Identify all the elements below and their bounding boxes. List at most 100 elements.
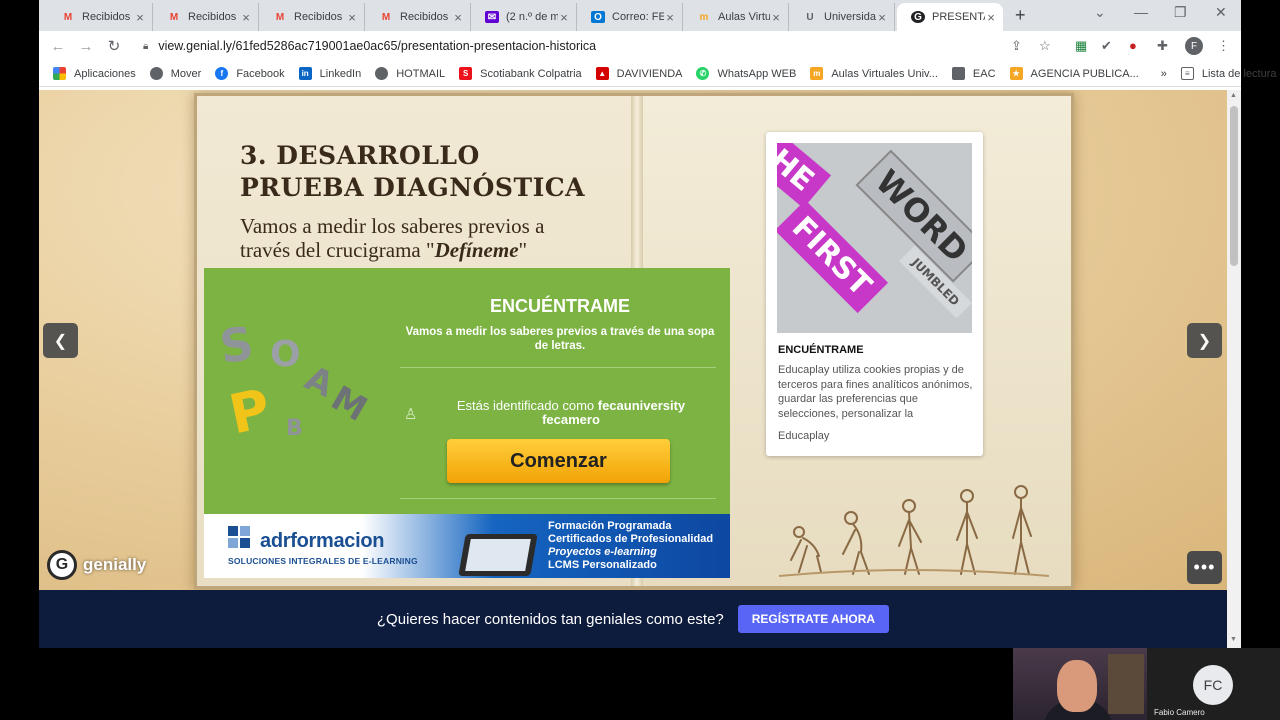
- tile-he: HE: [777, 143, 831, 209]
- close-icon[interactable]: ×: [240, 10, 252, 25]
- close-icon[interactable]: ×: [664, 10, 676, 25]
- tab-gmail-2[interactable]: M Recibidos ×: [153, 3, 259, 31]
- bookmarks-bar: Aplicaciones Mover f Facebook in LinkedIn …: [39, 61, 1276, 87]
- close-window-icon[interactable]: ✕: [1215, 4, 1227, 21]
- subtitle-emphasis: Defíneme: [434, 238, 519, 262]
- username: fecauniversity: [597, 398, 686, 413]
- genially-icon: G: [911, 11, 925, 23]
- ad-banner[interactable]: adrformacion SOLUCIONES INTEGRALES DE E-…: [204, 514, 730, 578]
- sheets-extension-icon[interactable]: ▦: [1075, 38, 1087, 54]
- tab-presentacion[interactable]: G PRESENTA ×: [897, 3, 1003, 31]
- bookmark-scotiabank[interactable]: S Scotiabank Colpatria: [459, 67, 582, 80]
- reload-icon[interactable]: ↻: [100, 37, 128, 55]
- bookmark-star-icon[interactable]: ☆: [1039, 38, 1051, 54]
- tab-title: Aulas Virtu: [718, 11, 770, 23]
- card-title: ENCUÉNTRAME: [778, 344, 864, 356]
- bookmark-label: AGENCIA PUBLICA...: [1030, 67, 1139, 80]
- extensions-icon[interactable]: ✚: [1157, 38, 1168, 54]
- participant-tile: FC Fabio Camero: [1147, 648, 1280, 720]
- bookmark-whatsapp[interactable]: ✆ WhatsApp WEB: [696, 67, 796, 80]
- tab-title: Universida: [824, 11, 876, 23]
- gmail-icon: M: [275, 11, 285, 23]
- bookmark-hotmail[interactable]: HOTMAIL: [375, 67, 445, 80]
- activity-preview-card[interactable]: HE WORD FIRST JUMBLED ENCUÉNTRAME Educap…: [766, 132, 983, 456]
- next-slide-button[interactable]: ❯: [1187, 323, 1222, 358]
- check-extension-icon[interactable]: ✔: [1101, 38, 1112, 54]
- new-tab-button[interactable]: +: [1015, 5, 1026, 26]
- reading-list-label: Lista de lectura: [1201, 67, 1277, 80]
- address-bar[interactable]: 🔒︎ view.genial.ly/61fed5286ac719001ae0ac…: [135, 34, 1065, 58]
- back-icon[interactable]: ←: [44, 38, 72, 55]
- star-badge-icon: ★: [1009, 67, 1023, 80]
- bookmark-mover[interactable]: Mover: [149, 67, 202, 80]
- share-icon[interactable]: ⇪: [1011, 38, 1022, 54]
- identified-user: Estás identificado como fecauniversity f…: [436, 399, 706, 427]
- bookmark-label: Mover: [170, 67, 202, 80]
- apps-grid-icon: [53, 67, 66, 80]
- bookmark-agencia[interactable]: ★ AGENCIA PUBLICA...: [1009, 67, 1139, 80]
- page-scrollbar[interactable]: ▲ ▼: [1227, 90, 1241, 648]
- ad-features: Formación Programada Certificados de Pro…: [548, 520, 713, 572]
- red-extension-icon[interactable]: ●: [1129, 38, 1137, 53]
- tab-gmail-3[interactable]: M Recibidos ×: [259, 3, 365, 31]
- profile-avatar[interactable]: F: [1185, 37, 1203, 55]
- close-icon[interactable]: ×: [452, 10, 464, 25]
- scroll-down-icon[interactable]: ▼: [1230, 636, 1237, 643]
- tab-gmail-1[interactable]: M Recibidos ×: [47, 3, 153, 31]
- close-icon[interactable]: ×: [876, 10, 888, 25]
- letter-p: P: [223, 376, 276, 447]
- ad-tagline: SOLUCIONES INTEGRALES DE E-LEARNING: [228, 556, 418, 566]
- genially-wordmark: genially: [83, 555, 147, 574]
- bookmark-label: DAVIVIENDA: [616, 67, 683, 80]
- reading-list-button[interactable]: ≡ Lista de lectura: [1180, 67, 1277, 80]
- facebook-icon: f: [215, 67, 229, 80]
- bookmark-davivienda[interactable]: ▲ DAVIVIENDA: [595, 67, 683, 80]
- more-options-button[interactable]: •••: [1187, 551, 1222, 584]
- bookmark-apps[interactable]: Aplicaciones: [53, 67, 136, 80]
- previous-slide-button[interactable]: ❮: [43, 323, 78, 358]
- bookmark-aulas[interactable]: m Aulas Virtuales Univ...: [810, 67, 938, 80]
- subtitle-prefix: través del crucigrama ": [240, 238, 435, 262]
- moodle-icon: m: [810, 67, 824, 80]
- tab-yahoo[interactable]: ✉ (2 n.º de m ×: [471, 3, 577, 31]
- tab-outlook[interactable]: O Correo: FE ×: [577, 3, 683, 31]
- close-icon[interactable]: ×: [558, 10, 570, 25]
- tab-universidad[interactable]: U Universida ×: [789, 3, 895, 31]
- start-button[interactable]: Comenzar: [447, 439, 670, 483]
- outlook-icon: O: [591, 11, 605, 23]
- close-icon[interactable]: ×: [985, 10, 997, 25]
- tab-aulas[interactable]: m Aulas Virtu ×: [683, 3, 789, 31]
- subtitle-suffix: ": [518, 238, 528, 262]
- bookmarks-overflow-button[interactable]: »: [1161, 68, 1167, 80]
- bookmark-linkedin[interactable]: in LinkedIn: [298, 67, 361, 80]
- more-dots-icon: •••: [1193, 557, 1216, 577]
- bookmark-label: Aulas Virtuales Univ...: [831, 67, 938, 80]
- divider: [400, 367, 716, 368]
- bookmark-label: HOTMAIL: [396, 67, 446, 80]
- menu-icon[interactable]: ⋮: [1217, 38, 1230, 54]
- gmail-icon: M: [381, 11, 391, 23]
- minimize-icon[interactable]: —: [1134, 4, 1148, 20]
- ad-line: Formación Programada: [548, 520, 672, 532]
- forward-icon[interactable]: →: [72, 38, 100, 55]
- adr-logo-icon: [228, 526, 250, 548]
- participant-name: Fabio Camero: [1154, 708, 1205, 717]
- close-icon[interactable]: ×: [346, 10, 358, 25]
- bookmark-eac[interactable]: EAC: [951, 67, 996, 80]
- restore-icon[interactable]: ❐: [1174, 4, 1187, 21]
- signup-button[interactable]: REGÍSTRATE AHORA: [737, 605, 890, 633]
- tab-gmail-4[interactable]: M Recibidos ×: [365, 3, 471, 31]
- subtitle-line-1: Vamos a medir los saberes previos a: [240, 214, 545, 238]
- scrollbar-thumb[interactable]: [1230, 106, 1238, 266]
- globe-icon: [149, 67, 163, 80]
- activity-title: ENCUÉNTRAME: [489, 296, 630, 316]
- tab-search-icon[interactable]: ⌄: [1094, 4, 1106, 21]
- bookmark-facebook[interactable]: f Facebook: [215, 67, 285, 80]
- close-icon[interactable]: ×: [770, 10, 782, 25]
- activity-description: Vamos a medir los saberes previos a trav…: [405, 326, 715, 352]
- close-icon[interactable]: ×: [134, 10, 146, 25]
- university-icon: U: [806, 11, 814, 23]
- genially-logo[interactable]: G genially: [47, 550, 146, 580]
- scroll-up-icon[interactable]: ▲: [1230, 92, 1237, 99]
- slide-title-line-1: 3. DESARROLLO: [240, 141, 480, 170]
